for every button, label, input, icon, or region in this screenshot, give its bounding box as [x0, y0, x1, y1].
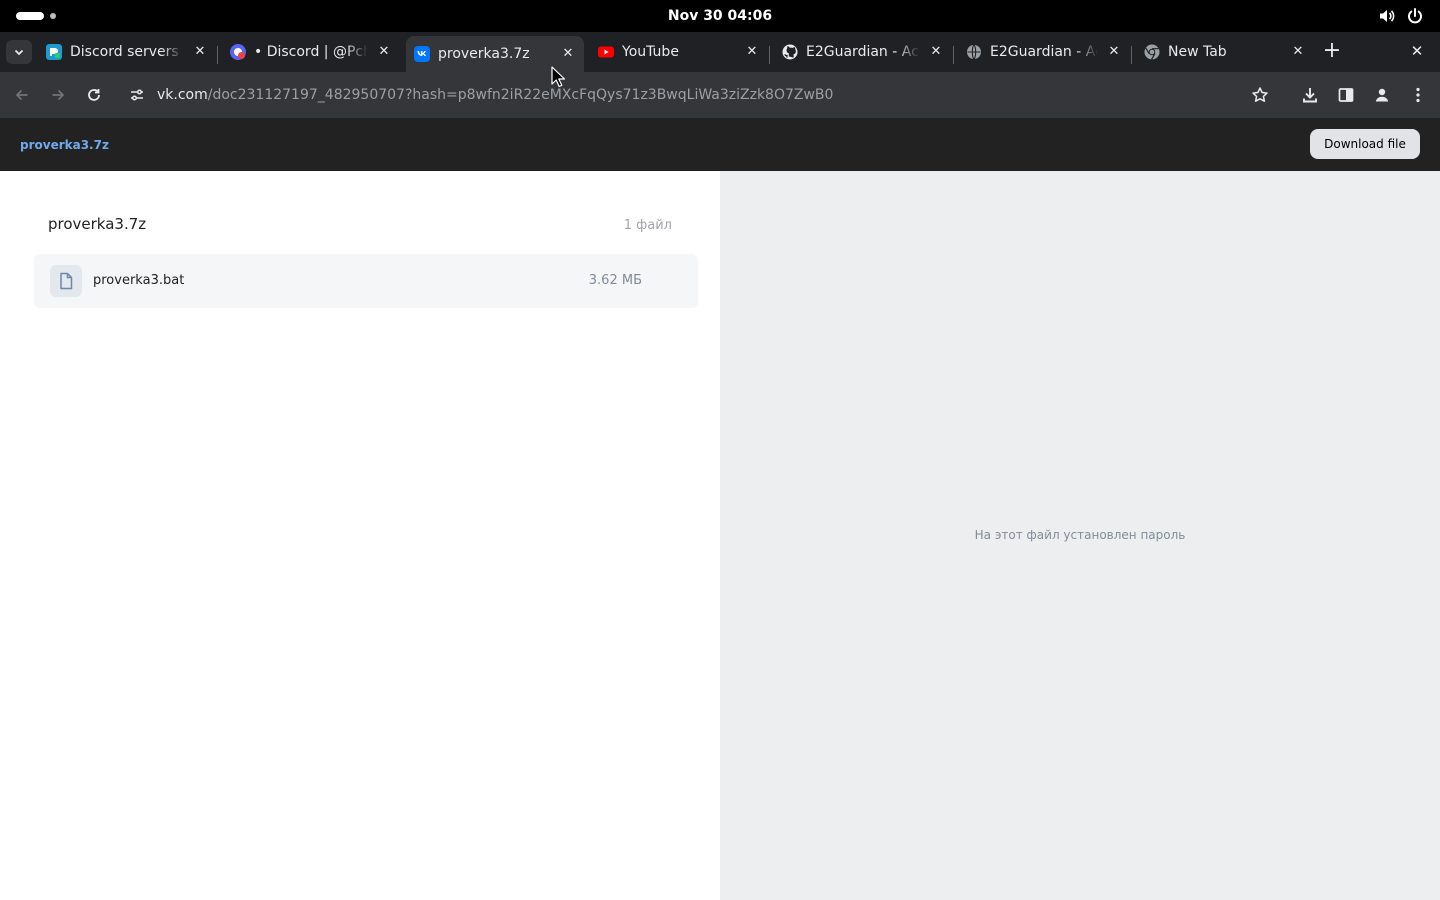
password-protected-note: На этот файл установлен пароль: [974, 528, 1186, 542]
close-icon[interactable]: ✕: [1104, 42, 1124, 62]
tab-title: New Tab: [1168, 44, 1227, 60]
download-icon: [1303, 88, 1317, 103]
volume-icon[interactable]: [1378, 7, 1396, 25]
archive-listing-panel: proverka3.7z 1 файл proverka3.bat 3.62 М…: [0, 171, 720, 900]
close-icon[interactable]: ✕: [374, 42, 394, 62]
person-icon: [1375, 88, 1389, 102]
system-top-bar: Nov 30 04:06: [0, 0, 1440, 32]
file-size: 3.62 МБ: [588, 273, 642, 288]
tab-title: E2Guardian - Access Denied: [990, 44, 1098, 60]
system-tray[interactable]: [1378, 7, 1424, 25]
file-name: proverka3.bat: [93, 273, 185, 288]
arrow-right-icon: [52, 89, 65, 101]
close-icon[interactable]: ✕: [558, 44, 578, 64]
tab-title: E2Guardian - Access Denied: [806, 44, 920, 60]
tab-title: YouTube: [622, 44, 679, 60]
file-preview-panel: На этот файл установлен пароль: [720, 171, 1440, 900]
more-vert-icon: [1416, 87, 1420, 103]
tab-separator: [769, 46, 770, 64]
tune-icon: [131, 89, 143, 101]
star-icon: [1252, 87, 1268, 102]
discord-favicon: [230, 44, 246, 60]
close-icon[interactable]: ✕: [190, 42, 210, 62]
site-settings-button[interactable]: [127, 85, 147, 105]
workspace-pill: [16, 12, 44, 20]
bookmark-button[interactable]: [1250, 85, 1270, 105]
tab-new-tab[interactable]: New Tab ✕: [1136, 36, 1314, 68]
profile-button[interactable]: [1372, 85, 1392, 105]
tab-separator: [217, 46, 218, 64]
globe-favicon: [967, 44, 981, 60]
github-favicon: [782, 44, 798, 60]
tab-discord[interactable]: • Discord | @Pchelka ✕: [222, 36, 400, 68]
tab-e2guardian-1[interactable]: E2Guardian - Access Denied ✕: [774, 36, 952, 68]
close-icon[interactable]: ✕: [742, 42, 762, 62]
side-panel-icon: [1338, 88, 1354, 102]
tab-separator: [1131, 46, 1132, 64]
chrome-favicon: [1144, 44, 1160, 60]
browser-menu-button[interactable]: [1408, 85, 1428, 105]
tab-youtube[interactable]: YouTube ✕: [590, 36, 768, 68]
url-text[interactable]: vk.com/doc231127197_482950707?hash=p8wfn…: [157, 78, 833, 112]
chevron-down-icon: [14, 49, 24, 56]
url-host: vk.com: [157, 87, 208, 103]
tab-search-button[interactable]: [6, 40, 32, 64]
archive-name: proverka3.7z: [48, 215, 147, 233]
power-icon[interactable]: [1406, 7, 1424, 25]
tab-strip: Discord servers tagged with ✕ • Discord …: [0, 32, 1440, 72]
back-button[interactable]: [12, 85, 32, 105]
reload-button[interactable]: [84, 85, 104, 105]
file-count: 1 файл: [623, 218, 672, 233]
youtube-favicon: [598, 46, 614, 58]
document-title-link[interactable]: proverka3.7z: [20, 119, 109, 171]
tab-title: • Discord | @Pchelka: [254, 44, 368, 60]
browser-toolbar: vk.com/doc231127197_482950707?hash=p8wfn…: [0, 72, 1440, 119]
clock-container: Nov 30 04:06: [0, 0, 1440, 32]
url-path: /doc231127197_482950707?hash=p8wfn2iR22e…: [207, 87, 834, 103]
download-file-button[interactable]: Download file: [1310, 129, 1420, 159]
tab-title: proverka3.7z: [438, 46, 530, 62]
discord-servers-favicon: [46, 44, 62, 60]
tab-e2guardian-2[interactable]: E2Guardian - Access Denied ✕: [958, 36, 1130, 68]
clock[interactable]: Nov 30 04:06: [668, 8, 772, 24]
reload-icon: [88, 89, 100, 101]
close-icon[interactable]: ✕: [926, 42, 946, 62]
close-icon[interactable]: ✕: [1288, 42, 1308, 62]
workspace-dot: [50, 13, 56, 19]
forward-button[interactable]: [48, 85, 68, 105]
address-bar[interactable]: vk.com/doc231127197_482950707?hash=p8wfn…: [120, 78, 1286, 112]
downloads-button[interactable]: [1300, 85, 1320, 105]
side-panel-button[interactable]: [1336, 85, 1356, 105]
tab-separator: [953, 46, 954, 64]
document-header: proverka3.7z Download file: [0, 119, 1440, 171]
arrow-left-icon: [15, 89, 28, 101]
new-tab-button[interactable]: +: [1320, 40, 1344, 64]
window-close-button[interactable]: ✕: [1406, 40, 1428, 62]
tab-discord-servers[interactable]: Discord servers tagged with ✕: [38, 36, 216, 68]
tab-title: Discord servers tagged with: [70, 44, 184, 60]
mouse-pointer-icon: [551, 66, 565, 88]
file-list-item[interactable]: proverka3.bat 3.62 МБ: [34, 254, 698, 308]
file-icon: [50, 265, 82, 297]
vk-favicon: [414, 46, 430, 62]
